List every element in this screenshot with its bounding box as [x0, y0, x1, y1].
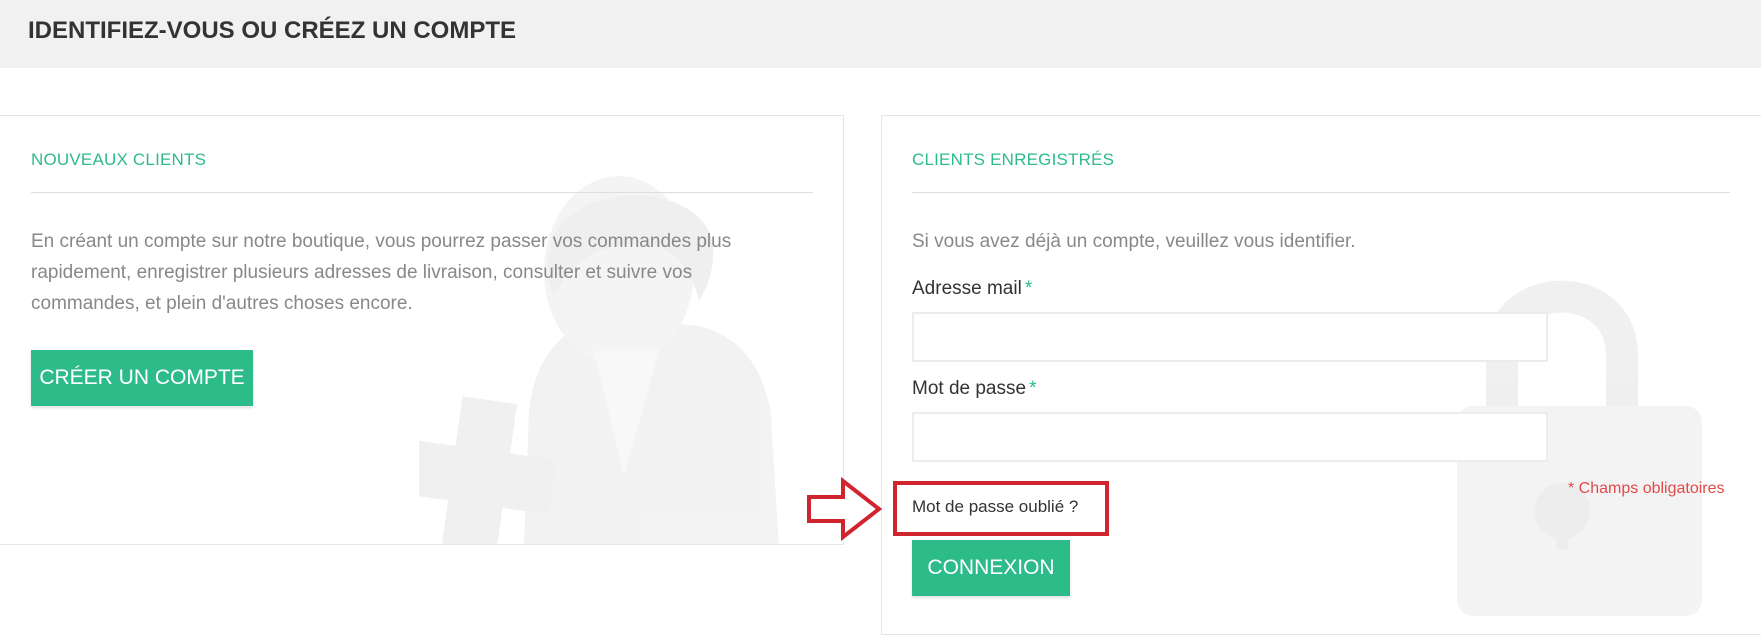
page-header: IDENTIFIEZ-VOUS OU CRÉEZ UN COMPTE: [0, 0, 1761, 68]
password-input[interactable]: [912, 412, 1548, 462]
login-button[interactable]: CONNEXION: [912, 540, 1070, 596]
arrow-right-icon: [807, 477, 883, 541]
create-account-button[interactable]: CRÉER UN COMPTE: [31, 350, 253, 406]
required-fields-note: * Champs obligatoires: [1568, 480, 1725, 497]
email-label: Adresse mail *: [912, 278, 1032, 300]
registered-customers-divider: [912, 192, 1730, 193]
new-customers-description: En créant un compte sur notre boutique, …: [31, 231, 732, 314]
registered-customers-heading: CLIENTS ENREGISTRÉS: [912, 150, 1115, 169]
new-customers-divider: [31, 192, 813, 193]
email-required-marker: *: [1024, 278, 1033, 299]
new-customers-heading: NOUVEAUX CLIENTS: [31, 150, 207, 169]
email-label-text: Adresse mail: [912, 278, 1022, 299]
forgot-password-highlight: [893, 481, 1109, 536]
registered-customers-panel: CLIENTS ENREGISTRÉS Si vous avez déjà un…: [881, 115, 1761, 635]
email-input[interactable]: [912, 312, 1548, 362]
password-label: Mot de passe *: [912, 378, 1036, 400]
password-label-text: Mot de passe: [912, 378, 1027, 399]
new-customers-panel: NOUVEAUX CLIENTS En créant un compte sur…: [0, 115, 844, 545]
registered-customers-intro: Si vous avez déjà un compte, veuillez vo…: [912, 231, 1356, 252]
page-title: IDENTIFIEZ-VOUS OU CRÉEZ UN COMPTE: [28, 17, 517, 44]
password-required-marker: *: [1029, 378, 1037, 399]
